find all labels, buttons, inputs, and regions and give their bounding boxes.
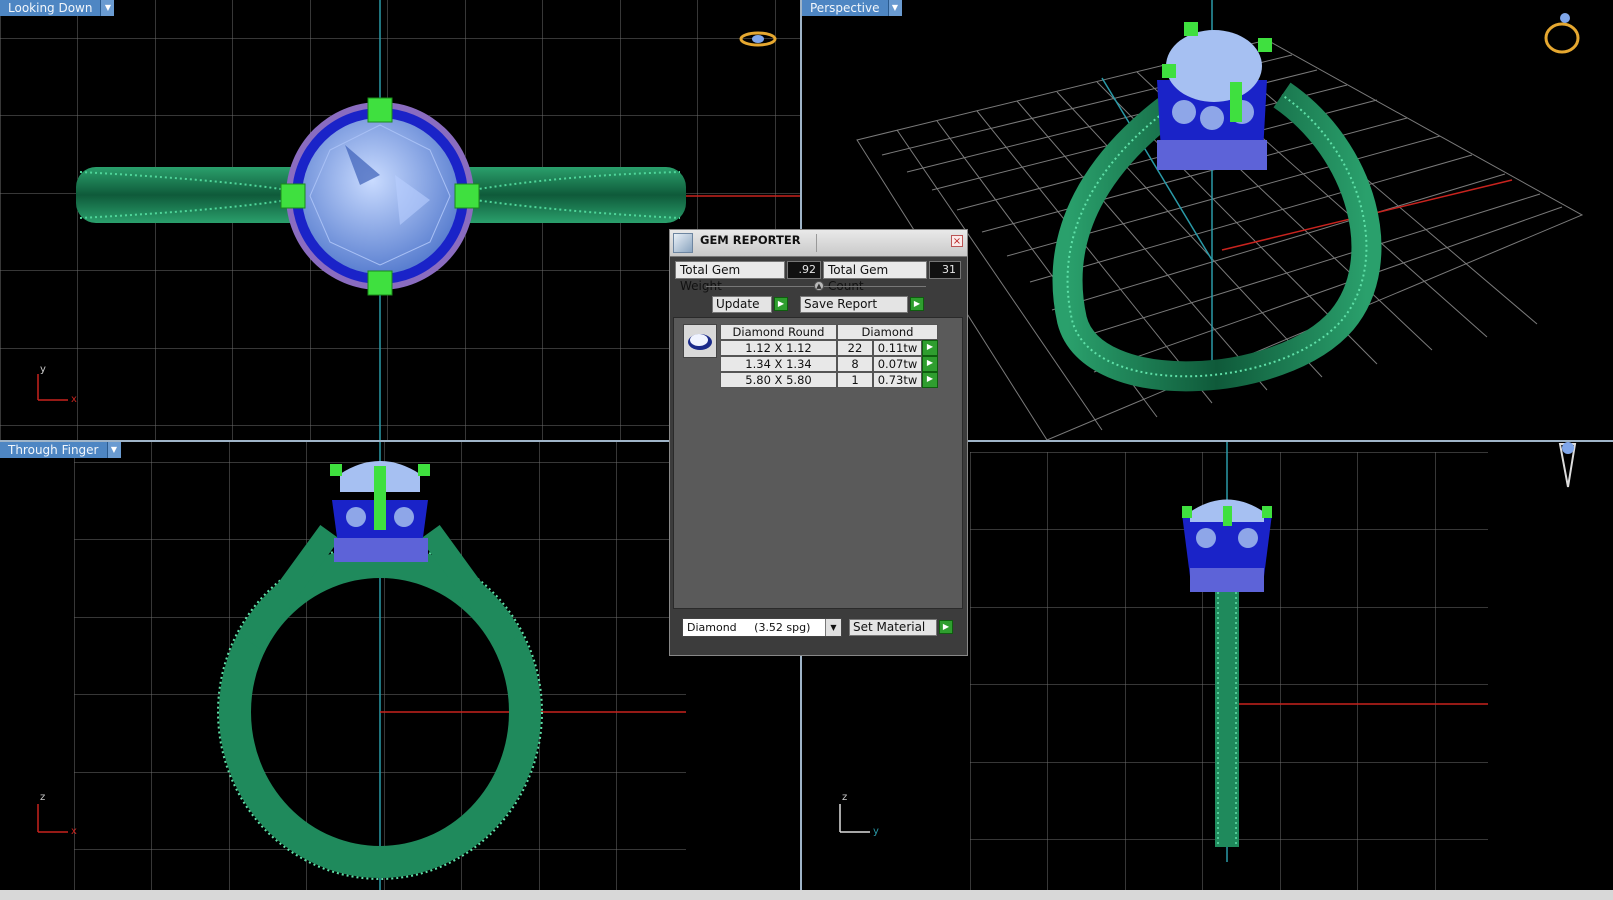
gem-reporter-icon: [673, 233, 693, 253]
update-button[interactable]: Update: [712, 296, 772, 313]
total-gem-count-label: Total Gem Count: [823, 261, 927, 293]
titlebar-separator: [816, 234, 817, 252]
row-select-icon[interactable]: ▶: [922, 340, 938, 356]
status-bar: [0, 890, 1613, 900]
close-icon[interactable]: ×: [951, 235, 963, 247]
gem-size: 1.12 X 1.12: [720, 340, 837, 356]
chevron-down-icon[interactable]: ▼: [887, 0, 902, 16]
row-select-icon[interactable]: ▶: [922, 372, 938, 388]
axis-label-z: z: [842, 792, 848, 803]
viewport-label-looking-down[interactable]: Looking Down ▼: [0, 0, 115, 16]
header-shape: Diamond Round: [720, 324, 837, 340]
dialog-title: GEM REPORTER: [700, 233, 801, 247]
panel-resize-handle[interactable]: ▲: [814, 281, 824, 291]
table-row[interactable]: 1.12 X 1.12 22 0.11tw ▶: [720, 340, 938, 356]
viewport-label-through-finger[interactable]: Through Finger ▼: [0, 442, 121, 458]
gem-weight: 0.11tw: [873, 340, 922, 356]
axis-label-x: x: [71, 394, 77, 405]
viewport-label-text: Through Finger: [0, 442, 107, 458]
axis-label-y: y: [40, 364, 46, 375]
axis-label-x: x: [71, 826, 77, 837]
header-material: Diamond: [837, 324, 938, 340]
gem-reporter-dialog[interactable]: GEM REPORTER × Total Gem Weight .92 Tota…: [669, 229, 968, 656]
table-row[interactable]: 5.80 X 5.80 1 0.73tw ▶: [720, 372, 938, 388]
table-row[interactable]: 1.34 X 1.34 8 0.07tw ▶: [720, 356, 938, 372]
gem-table-header: Diamond Round Diamond: [720, 324, 938, 340]
save-report-button[interactable]: Save Report: [800, 296, 908, 313]
chevron-down-icon[interactable]: ▼: [100, 0, 115, 16]
chevron-down-icon[interactable]: ▼: [106, 442, 121, 458]
total-gem-count-value: 31: [929, 261, 961, 279]
gem-list-panel: Diamond Round Diamond 1.12 X 1.12 22 0.1…: [673, 317, 963, 609]
gem-count: 22: [837, 340, 873, 356]
axis-label-y: y: [873, 826, 879, 837]
gem-size: 1.34 X 1.34: [720, 356, 837, 372]
viewport-label-text: Perspective: [802, 0, 888, 16]
set-material-button[interactable]: Set Material: [849, 619, 937, 636]
gem-size: 5.80 X 5.80: [720, 372, 837, 388]
total-gem-weight-value: .92: [787, 261, 821, 279]
total-gem-weight-label: Total Gem Weight: [675, 261, 785, 293]
diamond-round-icon: [683, 324, 717, 358]
material-select[interactable]: Diamond (3.52 spg) ▼: [682, 618, 842, 637]
gem-count: 1: [837, 372, 873, 388]
set-material-go-icon[interactable]: ▶: [939, 620, 953, 634]
gem-weight: 0.73tw: [873, 372, 922, 388]
material-select-value: Diamond (3.52 spg): [687, 621, 811, 634]
viewport-label-text: Looking Down: [0, 0, 101, 16]
viewport-label-perspective[interactable]: Perspective ▼: [802, 0, 902, 16]
gem-weight: 0.07tw: [873, 356, 922, 372]
dialog-titlebar[interactable]: GEM REPORTER ×: [670, 230, 967, 257]
chevron-down-icon[interactable]: ▼: [825, 619, 841, 636]
axis-label-z: z: [40, 792, 46, 803]
row-select-icon[interactable]: ▶: [922, 356, 938, 372]
save-report-go-icon[interactable]: ▶: [910, 297, 924, 311]
update-go-icon[interactable]: ▶: [774, 297, 788, 311]
gem-count: 8: [837, 356, 873, 372]
